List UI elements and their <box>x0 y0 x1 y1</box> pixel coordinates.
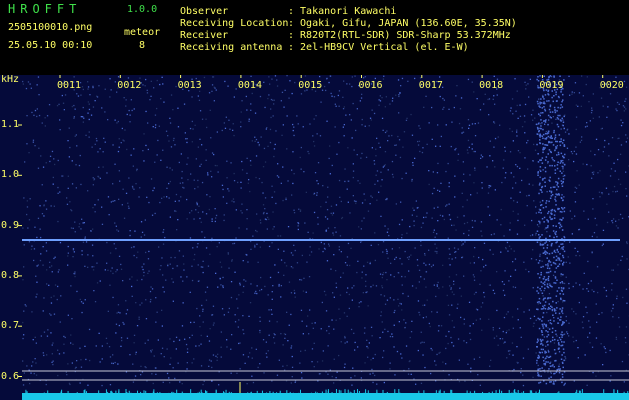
frequency-tick-label: 0.6 <box>1 370 20 382</box>
time-tick-label: 0015 <box>298 80 323 91</box>
frequency-tick-label: 0.7 <box>1 320 20 332</box>
noise-texture <box>22 75 629 387</box>
time-tick-label: 0017 <box>418 80 443 91</box>
receiver-value: : R820T2(RTL-SDR) SDR-Sharp 53.372MHz <box>288 30 511 41</box>
time-tick-label: 0016 <box>358 80 383 91</box>
antenna-value: : 2el-HB9CV Vertical (el. E-W) <box>288 42 469 53</box>
frequency-tick-label: 1.0 <box>1 169 20 181</box>
spectrogram-canvas <box>18 75 629 400</box>
time-tick-label: 0018 <box>479 80 504 91</box>
file-timestamp: 25.05.10 00:10 <box>8 40 93 51</box>
location-value: : Ogaki, Gifu, JAPAN (136.60E, 35.35N) <box>288 18 517 29</box>
observer-value: : Takanori Kawachi <box>288 6 397 17</box>
time-tick-label: 0014 <box>237 80 262 91</box>
activity-bar <box>22 393 629 400</box>
observer-label: Observer <box>180 6 229 17</box>
location-label: Receiving Location <box>180 18 289 29</box>
header: HROFFT 1.0.0 2505100010.png meteor 25.05… <box>0 0 629 75</box>
app-logo: HROFFT <box>8 2 82 16</box>
app-version: 1.0.0 <box>127 4 158 15</box>
time-tick-label: 0020 <box>599 80 624 91</box>
time-tick-label: 0019 <box>539 80 564 91</box>
frequency-tick-label: 0.8 <box>1 269 20 281</box>
antenna-label: Receiving antenna <box>180 42 283 53</box>
meteor-count: 8 <box>139 40 146 51</box>
time-tick-label: 0013 <box>177 80 202 91</box>
time-tick-label: 0012 <box>117 80 142 91</box>
spectrogram-plot: kHz 0011 0012 0013 0014 0015 0016 0017 0018 0019… <box>0 75 629 400</box>
time-tick-label: 0011 <box>57 80 82 91</box>
frequency-unit-label: kHz <box>1 75 20 85</box>
file-name: 2505100010.png <box>8 22 93 33</box>
frequency-tick-label: 0.9 <box>1 219 20 231</box>
meteor-label: meteor <box>124 27 161 38</box>
frequency-tick-label: 1.1 <box>1 119 20 130</box>
receiver-label: Receiver <box>180 30 229 41</box>
